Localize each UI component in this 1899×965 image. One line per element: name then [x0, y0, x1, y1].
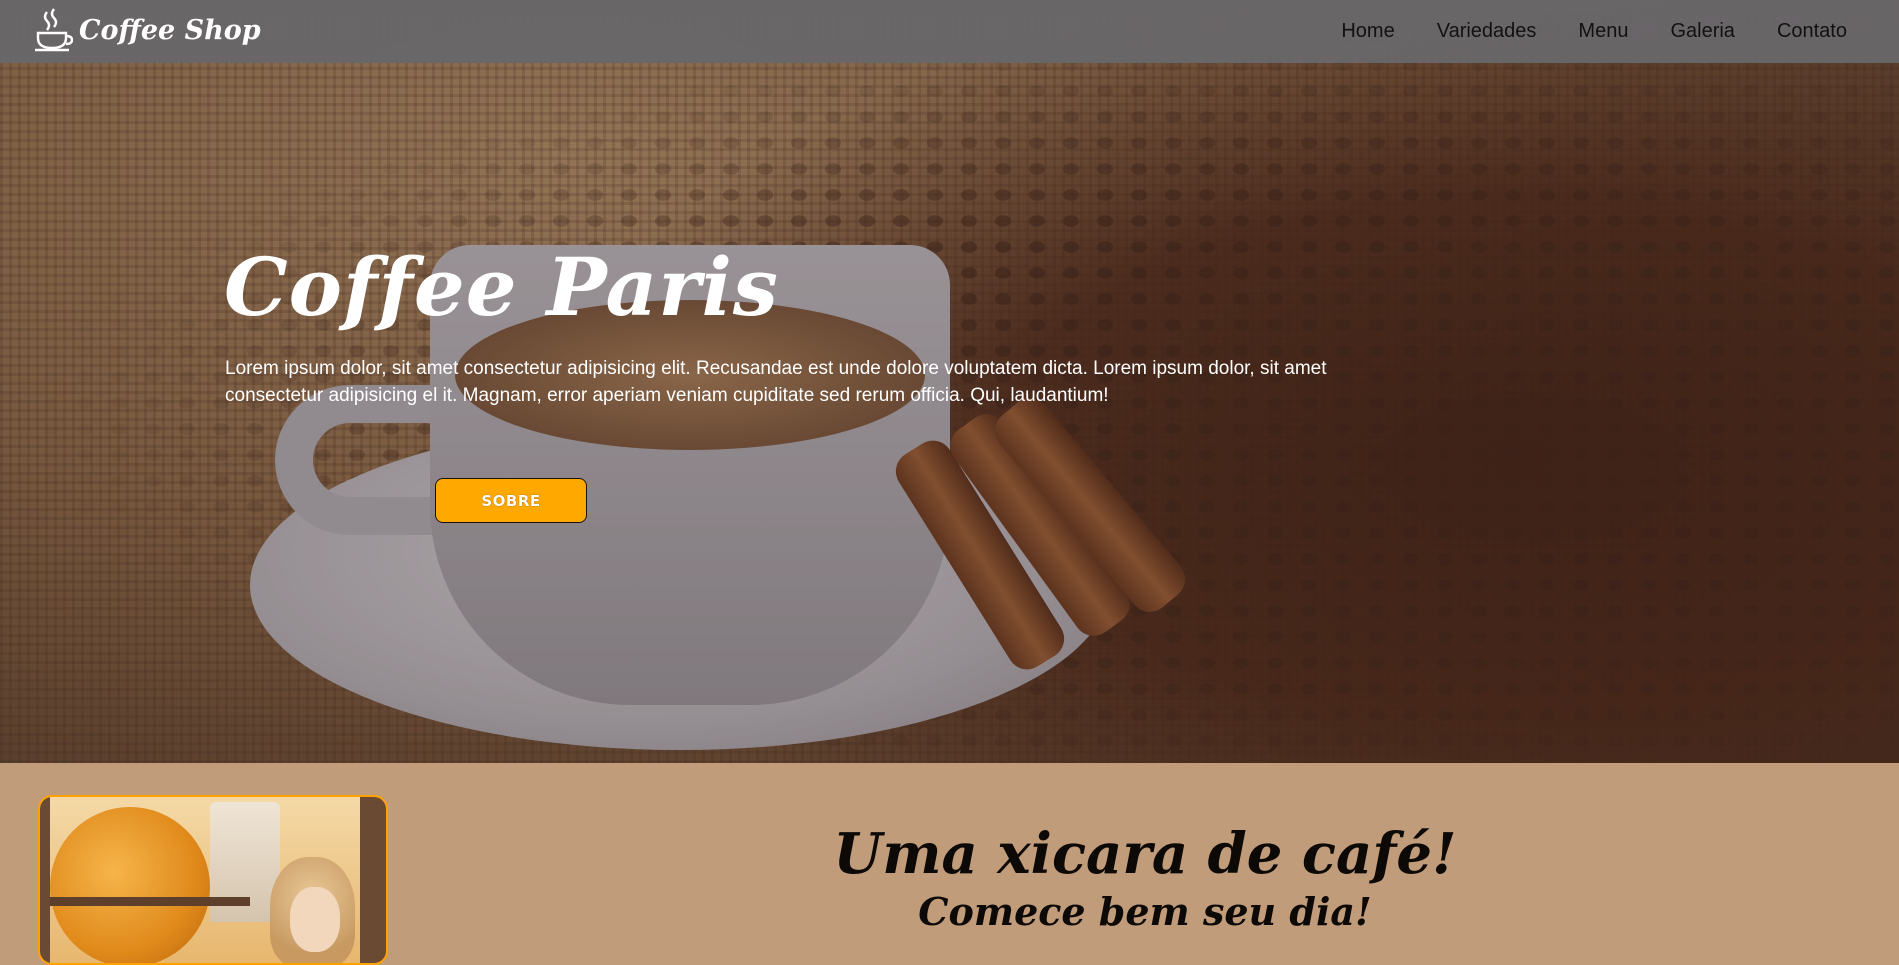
sobre-button[interactable]: SOBRE: [435, 478, 587, 523]
brand-name: Coffee Shop: [79, 14, 261, 46]
coffee-cup-icon: [35, 8, 73, 52]
nav-menu: Home Variedades Menu Galeria Contato: [1299, 0, 1847, 63]
hero-description: Lorem ipsum dolor, sit amet consectetur …: [225, 358, 1327, 406]
about-title: Uma xicara de café!: [833, 821, 1457, 887]
nav-link-home[interactable]: Home: [1341, 20, 1394, 43]
nav-link-galeria[interactable]: Galeria: [1670, 20, 1734, 43]
brand-logo[interactable]: Coffee Shop: [33, 6, 261, 54]
nav-link-variedades[interactable]: Variedades: [1437, 20, 1537, 43]
about-section: Uma xicara de café! Comece bem seu dia!: [0, 763, 1899, 965]
about-subtitle: Comece bem seu dia!: [918, 889, 1372, 934]
hero-title: Coffee Paris: [224, 240, 779, 334]
window-frame-illustration: [40, 797, 386, 963]
nav-link-menu[interactable]: Menu: [1578, 20, 1628, 43]
navbar: Coffee Shop Home Variedades Menu Galeria…: [0, 0, 1899, 63]
about-image: [38, 795, 388, 965]
nav-link-contato[interactable]: Contato: [1777, 20, 1847, 43]
